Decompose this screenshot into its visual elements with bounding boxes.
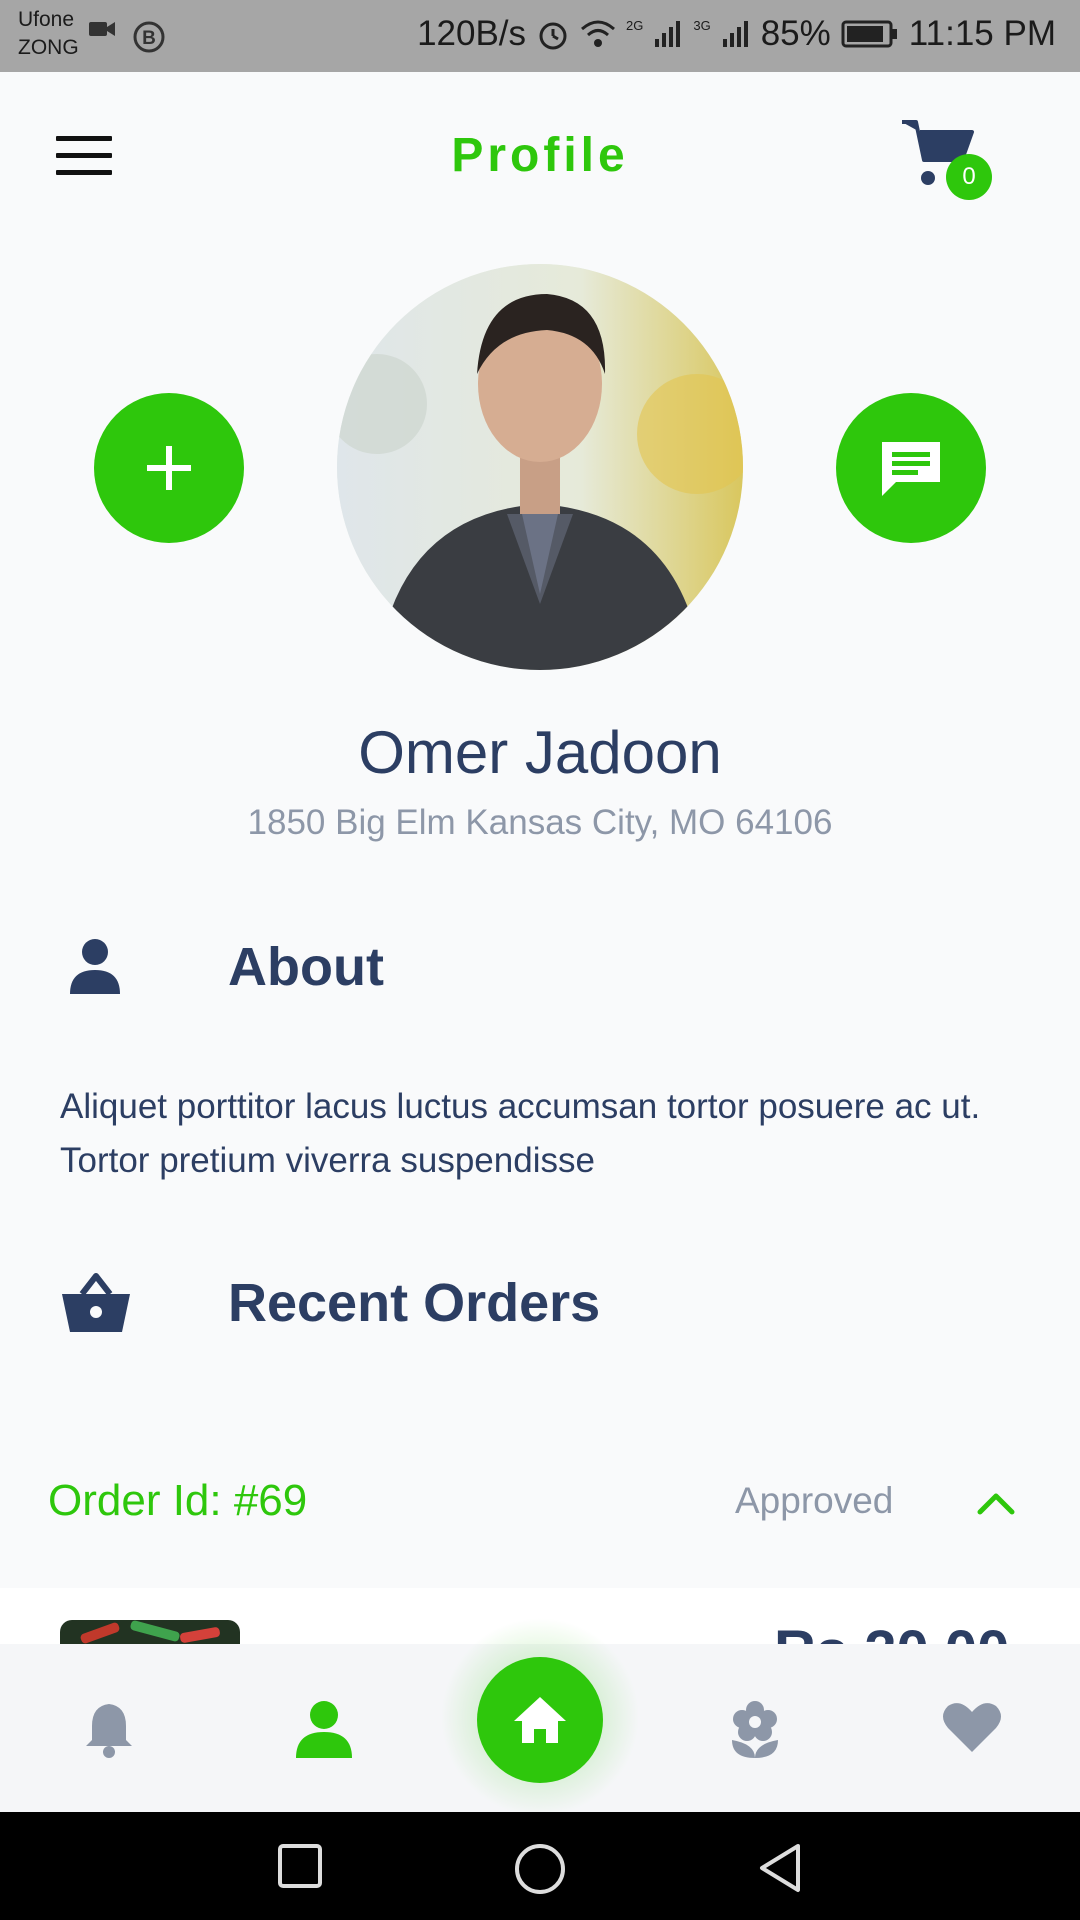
flower-icon[interactable] [728, 1700, 782, 1758]
profile-icon[interactable] [294, 1700, 354, 1758]
profile-address: 1850 Big Elm Kansas City, MO 64106 [247, 803, 833, 842]
order-status: Approved [735, 1480, 894, 1521]
cart-count-badge: 0 [946, 154, 992, 200]
recents-icon[interactable] [276, 1842, 324, 1890]
carrier-2: ZONG [18, 36, 79, 59]
carrier-labels: Ufone ZONG [18, 6, 79, 62]
home-system-icon[interactable] [513, 1842, 567, 1896]
alarm-icon [539, 22, 567, 50]
battery-percent: 85% [760, 14, 831, 53]
wifi-icon [581, 20, 616, 47]
message-button[interactable] [836, 393, 986, 543]
net-speed: 120B/s [417, 14, 527, 53]
profile-name: Omer Jadoon [358, 719, 722, 786]
notifications-icon[interactable] [84, 1700, 134, 1758]
back-icon[interactable] [756, 1842, 804, 1894]
home-icon [514, 1697, 566, 1743]
about-title: About [228, 937, 384, 997]
person-icon [70, 939, 120, 994]
chat-icon [882, 442, 940, 496]
battery-icon [841, 20, 897, 48]
svg-text:B: B [142, 28, 156, 49]
carrier-1: Ufone [18, 8, 75, 31]
home-button[interactable] [477, 1657, 603, 1783]
profile-photo [337, 264, 743, 670]
about-text: Aliquet porttitor lacus luctus accumsan … [60, 1087, 981, 1180]
signal-icon-2 [722, 21, 748, 47]
network-type-1: 2G [626, 18, 644, 33]
cart-button[interactable]: 0 [900, 116, 992, 200]
heart-icon[interactable] [942, 1700, 1002, 1754]
plus-icon [147, 446, 191, 490]
avatar [337, 264, 743, 670]
system-navigation-bar [0, 1812, 1080, 1920]
clock: 11:15 PM [908, 14, 1056, 53]
order-id: Order Id: #69 [48, 1476, 308, 1525]
status-right: 120B/s 2G 3G 85% 11:15 PM [417, 14, 1056, 54]
b-app-icon: B [133, 21, 165, 53]
add-button[interactable] [94, 393, 244, 543]
chevron-up-icon[interactable] [976, 1490, 1016, 1516]
network-type-2: 3G [693, 18, 711, 33]
signal-icon-1 [655, 21, 681, 47]
basket-icon [62, 1273, 130, 1332]
recent-orders-title: Recent Orders [228, 1273, 601, 1333]
video-camera-icon [89, 22, 115, 36]
status-bar: Ufone ZONG B 120B/s 2G 3G 85% 11:15 PM [0, 0, 1080, 72]
